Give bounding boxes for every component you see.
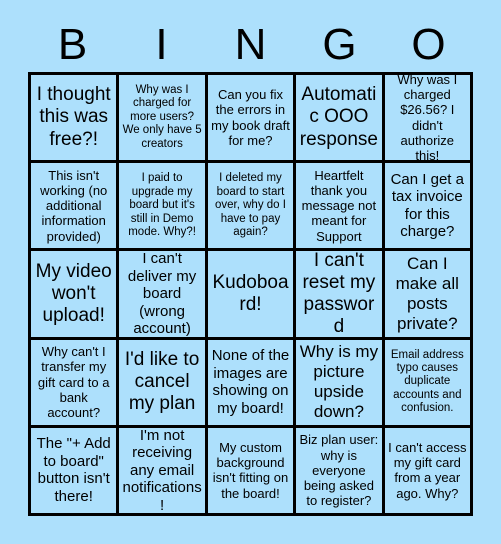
bingo-cell[interactable]: The "+ Add to board" button isn't there! — [31, 427, 120, 516]
bingo-cell-text: Why was I charged $26.56? I didn't autho… — [397, 75, 458, 163]
bingo-cell[interactable]: I'd like to cancel my plan — [119, 339, 208, 428]
bingo-cell-text: My video won't upload! — [35, 260, 112, 327]
bingo-cell-text: I can't deliver my board (wrong account) — [127, 251, 197, 338]
bingo-cell-text: Email address typo causes duplicate acco… — [390, 348, 464, 415]
bingo-cell[interactable]: This isn't working (no additional inform… — [31, 163, 120, 252]
bingo-header-row: B I N G O — [28, 18, 473, 72]
bingo-cell-text: The "+ Add to board" button isn't there! — [36, 435, 111, 505]
bingo-cell-text: Why was I charged for more users? We onl… — [122, 83, 202, 150]
bingo-cell[interactable]: Why can't I transfer my gift card to a b… — [31, 339, 120, 428]
bingo-cell-text: Can you fix the errors in my book draft … — [211, 87, 290, 148]
bingo-cell[interactable]: Email address typo causes duplicate acco… — [384, 339, 473, 428]
bingo-cell-text: Can I make all posts private? — [395, 254, 459, 333]
bingo-cell-text: I'd like to cancel my plan — [124, 348, 200, 415]
bingo-cell-text: This isn't working (no additional inform… — [40, 167, 108, 244]
bingo-cell[interactable]: Why was I charged $26.56? I didn't autho… — [384, 75, 473, 164]
bingo-cell[interactable]: I can't access my gift card from a year … — [384, 427, 473, 516]
bingo-cell-text: Why can't I transfer my gift card to a b… — [37, 344, 110, 420]
bingo-cell[interactable]: None of the images are showing on my boa… — [207, 339, 297, 428]
bingo-cell[interactable]: Why was I charged for more users? We onl… — [119, 75, 208, 164]
bingo-cell[interactable]: Can I get a tax invoice for this charge? — [384, 163, 473, 252]
bingo-cell-text: None of the images are showing on my boa… — [211, 347, 290, 417]
bingo-cell-text: Heartfelt thank you message not meant fo… — [301, 167, 377, 244]
bingo-cell[interactable]: Biz plan user: why is everyone being ask… — [296, 427, 385, 516]
bingo-cell-text: I'm not receiving any email notification… — [122, 427, 202, 514]
bingo-cell[interactable]: Automatic OOO response — [296, 75, 385, 164]
bingo-cell[interactable]: My custom background isn't fitting on th… — [207, 427, 297, 516]
bingo-cell-text: I paid to upgrade my board but it's stil… — [128, 172, 196, 238]
bingo-header-letter-n: N — [234, 20, 267, 69]
bingo-header-letter-g: G — [322, 20, 357, 69]
bingo-cell-text: I thought this was free?! — [36, 84, 111, 150]
bingo-cell-text: Can I get a tax invoice for this charge? — [390, 170, 464, 241]
bingo-cell-free-space[interactable]: Kudoboard! — [207, 251, 297, 340]
bingo-cell[interactable]: I deleted my board to start over, why do… — [207, 163, 297, 252]
bingo-cell[interactable]: Can I make all posts private? — [384, 251, 473, 340]
bingo-cell[interactable]: I can't deliver my board (wrong account) — [119, 251, 208, 340]
bingo-cell[interactable]: I paid to upgrade my board but it's stil… — [119, 163, 208, 252]
bingo-cell-text: I deleted my board to start over, why do… — [215, 172, 286, 238]
bingo-cell-text: Automatic OOO response — [299, 84, 378, 150]
bingo-cell[interactable]: I can't reset my password — [296, 251, 385, 340]
bingo-header-letter-i: I — [155, 20, 168, 69]
bingo-cell[interactable]: I'm not receiving any email notification… — [119, 427, 208, 516]
bingo-header-letter-o: O — [411, 20, 446, 69]
bingo-card: B I N G O I thought this was free?! Why … — [0, 0, 501, 544]
bingo-cell[interactable]: Why is my picture upside down? — [296, 339, 385, 428]
bingo-cell-text: My custom background isn't fitting on th… — [212, 439, 289, 501]
bingo-cell[interactable]: Can you fix the errors in my book draft … — [207, 75, 297, 164]
bingo-cell-text: I can't access my gift card from a year … — [388, 439, 467, 501]
bingo-grid: I thought this was free?! Why was I char… — [28, 72, 473, 516]
bingo-header-letter-b: B — [57, 20, 88, 69]
bingo-cell[interactable]: Heartfelt thank you message not meant fo… — [296, 163, 385, 252]
bingo-cell-text: I can't reset my password — [302, 251, 376, 338]
bingo-cell-text: Why is my picture upside down? — [299, 342, 379, 422]
bingo-cell[interactable]: My video won't upload! — [31, 251, 120, 340]
bingo-cell[interactable]: I thought this was free?! — [31, 75, 120, 164]
bingo-cell-text: Biz plan user: why is everyone being ask… — [299, 432, 379, 509]
bingo-cell-text: Kudoboard! — [212, 271, 289, 315]
